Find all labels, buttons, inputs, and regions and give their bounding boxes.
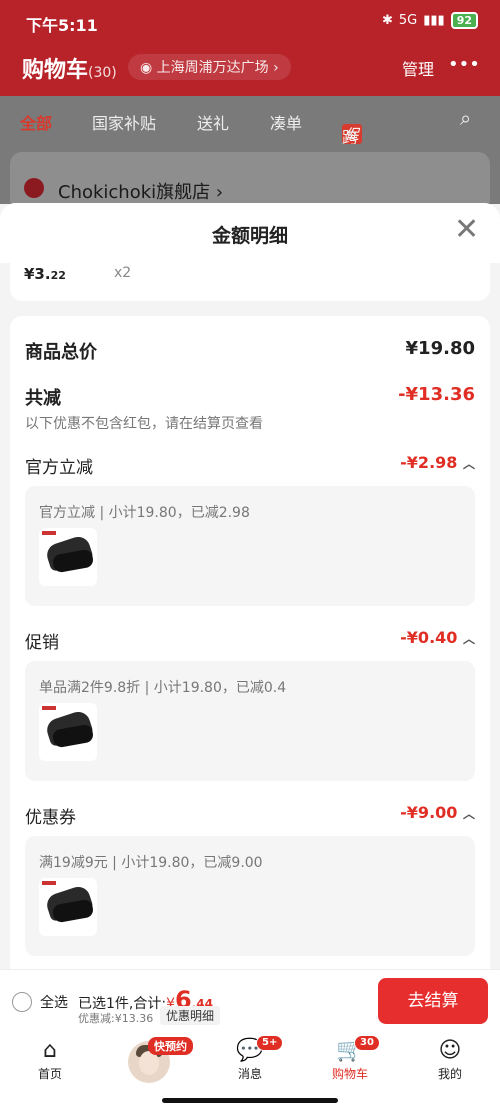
cart-header: 购物车(30) ◉ 上海周浦万达广场 › 管理 ••• — [0, 44, 500, 96]
amount-detail-card: 商品总价 ¥19.80 共减 -¥13.36 以下优惠不包含红包，请在结算页查看… — [10, 316, 490, 969]
tab-bundle[interactable]: 凑单 — [270, 110, 302, 134]
eye-icon: ◉ — [140, 60, 157, 76]
total-value: ¥19.80 — [405, 338, 475, 359]
more-menu-icon[interactable]: ••• — [448, 54, 480, 75]
discount-text: 优惠减:¥13.36 — [78, 1012, 154, 1025]
nav-label: 首页 — [37, 1067, 62, 1081]
product-thumbnail[interactable] — [39, 878, 97, 936]
total-row: 商品总价 ¥19.80 — [25, 338, 475, 364]
category-tabs: 全部 国家补贴 送礼 凑单 促跨店满减 ⌕ — [0, 96, 500, 219]
nav-home[interactable]: ⌂ 首页 — [20, 1037, 80, 1082]
chevron-up-icon: ︿ — [462, 807, 475, 821]
official-sub-card: 官方立减 | 小计19.80，已减2.98 — [25, 486, 475, 606]
nav-label: 我的 — [437, 1067, 462, 1081]
location-label: 上海周浦万达广场 — [156, 60, 269, 76]
select-all-checkbox[interactable] — [12, 992, 32, 1012]
cart-badge: 30 — [354, 1035, 380, 1051]
promo-sub-card: 单品满2件9.8折 | 小计19.80，已减0.4 — [25, 661, 475, 781]
profile-icon: ☺ — [438, 1038, 462, 1063]
section-value: -¥2.98 ︿ — [400, 453, 475, 472]
signal-icon: ▮▮▮ — [423, 13, 445, 28]
tab-gift[interactable]: 送礼 — [197, 110, 229, 134]
status-icons: ✱ 5G ▮▮▮ 92 — [382, 12, 478, 29]
discount-detail-button[interactable]: 优惠明细 — [160, 1006, 221, 1025]
chevron-right-icon: › — [268, 60, 279, 76]
product-thumbnail[interactable] — [39, 528, 97, 586]
appointment-badge[interactable]: 快预约 — [148, 1037, 193, 1055]
page-title: 购物车(30) — [22, 58, 117, 83]
home-indicator — [162, 1098, 338, 1103]
section-official[interactable]: 官方立减 -¥2.98 ︿ — [25, 453, 475, 478]
item-quantity: x2 — [114, 265, 132, 281]
close-icon[interactable]: ✕ — [454, 215, 479, 245]
section-value: -¥9.00 ︿ — [400, 803, 475, 822]
item-price: ¥3.22 — [24, 265, 66, 283]
select-all-label[interactable]: 全选 — [40, 992, 68, 1012]
battery-icon: 92 — [450, 12, 478, 29]
bluetooth-icon: ✱ — [381, 13, 393, 28]
tab-all[interactable]: 全部 — [20, 110, 52, 134]
nav-label: 购物车 — [331, 1067, 368, 1081]
section-value: -¥0.40 ︿ — [400, 628, 475, 647]
tab-national-subsidy[interactable]: 国家补贴 — [92, 110, 156, 134]
coupon-sub-card: 满19减9元 | 小计19.80，已减9.00 — [25, 836, 475, 956]
store-name[interactable]: Chokichoki旗舰店 › — [58, 178, 223, 204]
sub-text: 单品满2件9.8折 | 小计19.80，已减0.4 — [39, 680, 287, 696]
sheet-title: 金额明细 — [211, 225, 288, 247]
reduce-note: 以下优惠不包含红包，请在结算页查看 — [25, 416, 263, 432]
checkout-bar: 全选 已选1件,合计:¥6.44 优惠减:¥13.36 优惠明细 去结算 — [0, 969, 500, 1031]
reduce-row: 共减 -¥13.36 — [25, 384, 475, 410]
network-label: 5G — [398, 13, 418, 28]
product-thumbnail[interactable] — [39, 703, 97, 761]
status-bar: 下午5:11 ✱ 5G ▮▮▮ 92 — [0, 0, 500, 44]
nav-profile[interactable]: ☺ 我的 — [420, 1037, 480, 1082]
cart-count: (30) — [88, 65, 117, 81]
nav-label: 消息 — [237, 1067, 262, 1081]
store-checkbox[interactable] — [24, 178, 44, 198]
sheet-header: 金额明细 ✕ — [0, 203, 500, 263]
section-coupon[interactable]: 优惠券 -¥9.00 ︿ — [25, 803, 475, 828]
status-time: 下午5:11 — [26, 16, 98, 35]
chevron-up-icon: ︿ — [462, 457, 475, 471]
home-icon: ⌂ — [43, 1038, 57, 1063]
checkout-button[interactable]: 去结算 — [378, 978, 488, 1024]
product-item: ¥3.22 x2 — [10, 263, 490, 301]
sub-text: 满19减9元 | 小计19.80，已减9.00 — [39, 855, 263, 871]
manage-button[interactable]: 管理 — [402, 56, 434, 80]
chevron-up-icon: ︿ — [462, 632, 475, 646]
section-promo[interactable]: 促销 -¥0.40 ︿ — [25, 628, 475, 653]
reduce-value: -¥13.36 — [398, 384, 475, 405]
location-selector[interactable]: ◉ 上海周浦万达广场 › — [128, 54, 291, 80]
search-icon[interactable]: ⌕ — [460, 106, 471, 130]
amount-detail-sheet: 金额明细 ✕ ¥3.22 x2 商品总价 ¥19.80 共减 -¥13.36 以… — [0, 203, 500, 969]
sub-text: 官方立减 | 小计19.80，已减2.98 — [39, 505, 250, 521]
message-badge: 5+ — [256, 1035, 284, 1051]
